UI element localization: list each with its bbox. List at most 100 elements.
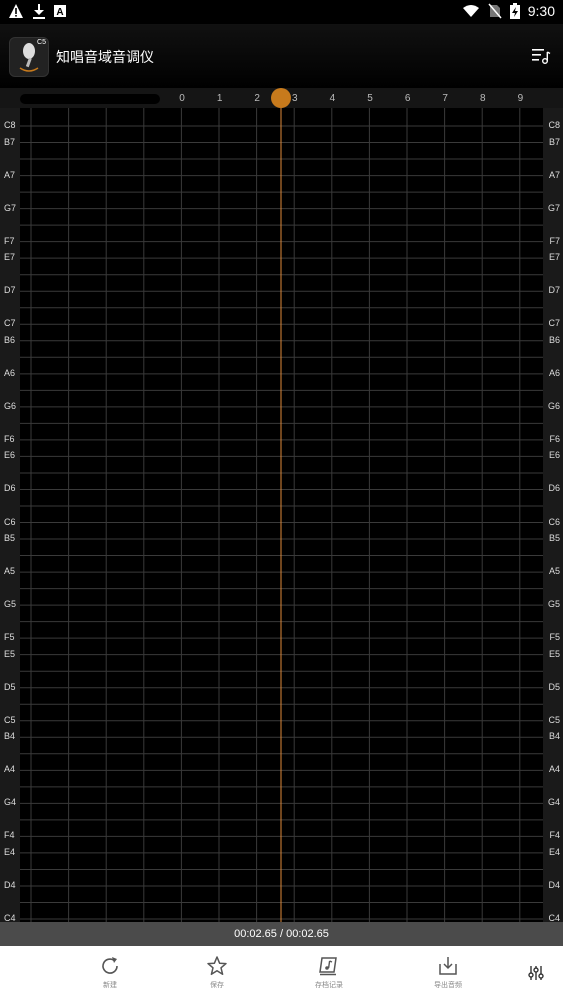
- pitch-label-right: E7: [548, 252, 560, 263]
- page-title: 知唱音域音调仪: [56, 50, 154, 66]
- pitch-label-right: G7: [547, 202, 560, 213]
- pitch-label-left: A4: [4, 764, 16, 775]
- save-button[interactable]: 保存: [187, 954, 247, 990]
- pitch-label-left: D5: [4, 681, 16, 692]
- timeline-tick-4: 4: [329, 93, 336, 104]
- app-bar: C5 知唱音域音调仪: [0, 24, 563, 88]
- timeline-tick-8: 8: [480, 93, 486, 104]
- pitch-label-left: C8: [4, 120, 16, 130]
- pitch-label-right: B5: [548, 533, 560, 544]
- export-audio-button[interactable]: 导出音频: [418, 954, 478, 990]
- text-a-icon: A: [54, 5, 66, 17]
- timeline-tick-9: 9: [517, 93, 524, 104]
- wifi-icon: [462, 5, 479, 17]
- pitch-label-right: E4: [548, 846, 560, 857]
- pitch-label-right: B7: [548, 136, 560, 147]
- pitch-label-left: C6: [4, 516, 16, 527]
- pitch-grid-lines: [20, 108, 543, 922]
- pitch-grid-area: C8 B7 A7 G7 F7 E7 D7 C7 B6 A6 G6 F6 E6 D6 C6 B5 A5 G5 F5 E5…: [0, 108, 563, 923]
- pitch-label-left: F7: [4, 235, 15, 246]
- pitch-label-right: F6: [549, 433, 560, 444]
- pitch-label-left: C5: [4, 714, 16, 725]
- pitch-label-left: G6: [4, 400, 17, 411]
- pitch-label-right: C8: [548, 120, 560, 130]
- pitch-label-right: C5: [548, 714, 560, 725]
- timeline-tick-6: 6: [404, 93, 411, 104]
- timeline-tick-7: 7: [442, 93, 448, 104]
- app-logo: C5: [9, 37, 49, 77]
- timeline-tick-0: 0: [179, 93, 185, 104]
- svg-text:A: A: [56, 7, 63, 17]
- pitch-label-left: A6: [4, 367, 16, 378]
- playhead-handle[interactable]: [271, 88, 291, 108]
- pitch-label-right: A6: [548, 367, 560, 378]
- pitch-label-right: G5: [547, 599, 560, 610]
- pitch-label-right: A4: [548, 764, 560, 775]
- status-time: 9:30: [527, 3, 555, 19]
- pitch-label-left: G7: [4, 202, 17, 213]
- pitch-label-left: C7: [4, 318, 16, 329]
- pitch-label-left: A5: [4, 566, 16, 577]
- music-note-book-icon: [319, 957, 337, 976]
- new-button[interactable]: 新建: [80, 954, 140, 990]
- pitch-label-right: E5: [548, 648, 560, 659]
- sliders-icon[interactable]: [527, 964, 545, 982]
- pitch-label-right: B6: [548, 334, 560, 345]
- export-audio-label: 导出音频: [434, 981, 462, 989]
- pitch-label-right: A5: [548, 566, 560, 577]
- download-icon: [33, 4, 45, 19]
- pitch-label-right: D4: [548, 879, 560, 890]
- pitch-label-right: C7: [548, 318, 560, 329]
- logo-note-label: C5: [37, 39, 46, 46]
- pitch-label-left: E6: [4, 450, 16, 461]
- pitch-label-left: F6: [4, 433, 15, 444]
- pitch-label-left: E5: [4, 648, 16, 659]
- pitch-label-right: F7: [549, 235, 560, 246]
- archive-button[interactable]: 存档记录: [299, 954, 359, 990]
- pitch-grid[interactable]: [20, 108, 543, 922]
- pitch-label-left: G4: [4, 797, 17, 808]
- timeline-tick-5: 5: [367, 93, 373, 104]
- pitch-label-left: B4: [4, 731, 16, 742]
- pitch-label-left: E4: [4, 846, 16, 857]
- pitch-label-left: A7: [4, 169, 16, 180]
- pitch-label-left: B6: [4, 334, 16, 345]
- pitch-label-left: F4: [4, 830, 15, 841]
- pitch-label-right: D5: [548, 681, 560, 692]
- status-right-icons: 9:30: [462, 3, 555, 19]
- status-left-icons: A: [8, 3, 66, 19]
- pitch-label-right: G4: [547, 797, 560, 808]
- star-icon: [207, 956, 227, 976]
- pitch-label-left: D6: [4, 483, 16, 494]
- music-list-icon[interactable]: [531, 46, 551, 66]
- pitch-label-left: D7: [4, 285, 16, 296]
- archive-button-label: 存档记录: [315, 981, 343, 989]
- pitch-label-left: B5: [4, 533, 16, 544]
- timeline-ruler[interactable]: 0123456789: [0, 88, 563, 108]
- time-display: 00:02.65 / 00:02.65: [0, 922, 563, 946]
- pitch-label-right: G6: [547, 400, 560, 411]
- timeline-tick-1: 1: [216, 93, 223, 104]
- progress-track[interactable]: [20, 94, 160, 104]
- refresh-icon: [102, 957, 118, 974]
- pitch-label-right: E6: [548, 450, 560, 461]
- pitch-label-right: F5: [549, 632, 560, 643]
- pitch-label-left: G5: [4, 599, 17, 610]
- battery-charging-icon: [509, 3, 520, 19]
- status-bar: A 9:30: [0, 0, 563, 24]
- new-button-label: 新建: [103, 981, 117, 989]
- pitch-label-right: C6: [548, 516, 560, 527]
- pitch-label-right: D6: [548, 483, 560, 494]
- pitch-label-right: A7: [548, 169, 560, 180]
- pitch-label-left: D4: [4, 879, 16, 890]
- pitch-label-left: B7: [4, 136, 16, 147]
- pitch-label-left: E7: [4, 252, 16, 263]
- pitch-label-left: F5: [4, 632, 15, 643]
- warning-icon: [9, 4, 23, 18]
- save-button-label: 保存: [210, 981, 224, 989]
- no-sim-icon: [488, 3, 502, 19]
- download-box-icon: [439, 957, 457, 975]
- pitch-label-right: F4: [549, 830, 560, 841]
- timeline-tick-2: 2: [254, 93, 260, 104]
- pitch-label-right: D7: [548, 285, 560, 296]
